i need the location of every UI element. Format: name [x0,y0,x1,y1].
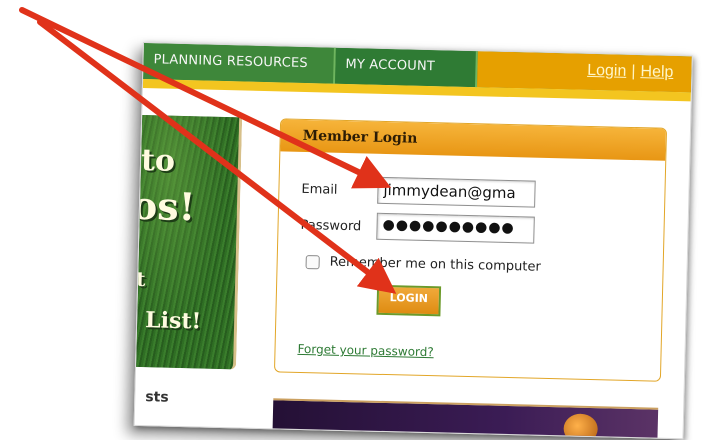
sidebar-heading-partial: sts [145,389,169,406]
help-link[interactable]: Help [640,63,673,81]
email-field[interactable]: jimmydean@gma [377,176,536,208]
promo-text-line2: os! [136,182,196,230]
password-label: Password [300,217,362,235]
promo-text-line3: t [136,266,146,292]
promo-banner[interactable]: to os! t List! [136,115,243,370]
remember-me-label[interactable]: Remember me on this computer [329,255,540,275]
link-separator: | [631,62,636,81]
nav-utility-area: Login | Help [476,51,692,93]
promo-text-line4: List! [144,307,202,335]
nav-utility-links: Login | Help [587,62,674,82]
pumpkin-icon [563,413,599,440]
promo-text-line1: to [140,142,176,179]
bottom-promo-banner[interactable] [272,398,659,440]
screenshot-card: PLANNING RESOURCES MY ACCOUNT Login | Help… [133,42,693,440]
remember-me-checkbox[interactable] [305,254,320,269]
password-field[interactable]: ●●●●●●●●●● [376,212,535,244]
login-button[interactable]: LOGIN [376,284,442,317]
login-link[interactable]: Login [587,62,627,80]
member-login-panel: Member Login Email jimmydean@gma Passwor… [273,118,668,382]
login-panel-title: Member Login [280,119,667,161]
remember-me-row: Remember me on this computer [305,254,541,275]
forgot-password-link[interactable]: Forget your password? [297,342,434,359]
email-label: Email [301,181,338,198]
tab-my-account[interactable]: MY ACCOUNT [335,47,478,88]
tab-planning-resources[interactable]: PLANNING RESOURCES [143,43,336,84]
